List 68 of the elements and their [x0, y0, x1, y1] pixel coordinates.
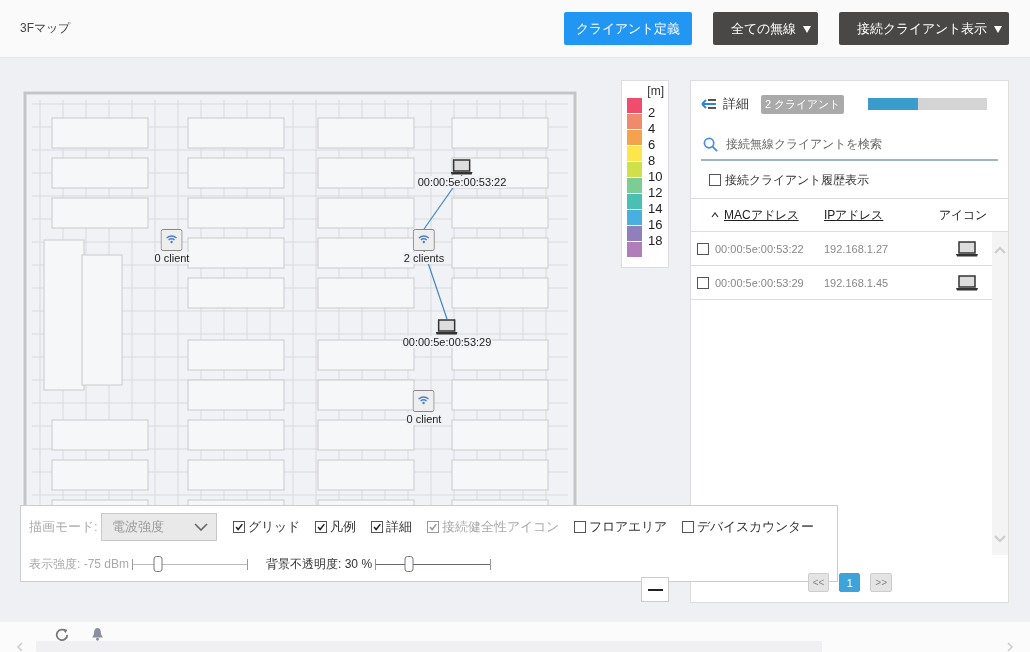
page-button[interactable]: 1 [839, 573, 861, 592]
legend-label: 6 [648, 137, 657, 153]
access-point-icon[interactable] [413, 390, 435, 412]
checkbox-label: デバイスカウンター [697, 518, 814, 536]
legend-label: 14 [648, 201, 663, 217]
slider-thumb[interactable] [404, 556, 414, 572]
checkbox[interactable] [315, 521, 327, 533]
mac-cell: 00:00:5e:00:53:22 [715, 242, 804, 255]
page-title: 3Fマップ [20, 20, 70, 37]
chevron-down-icon [194, 523, 208, 531]
zoom-out-button[interactable] [641, 577, 669, 602]
checkbox[interactable] [371, 521, 383, 533]
mac-label: 00:00:5e:00:53:29 [402, 336, 492, 348]
slider-label: 背景不透明度: 30 % [266, 555, 373, 573]
checkbox-label: 接続健全性アイコン [442, 518, 559, 536]
dropdown-triangle-icon [993, 23, 1003, 34]
column-header[interactable]: MACアドレス [724, 206, 799, 224]
legend-label: 4 [648, 121, 657, 137]
search-field[interactable]: 接続無線クライアントを検索 [724, 136, 998, 152]
previous-page-button[interactable]: << [807, 573, 830, 592]
refresh-icon[interactable] [55, 626, 69, 641]
client-count-label: 0 client [154, 252, 190, 264]
ip-cell: 192.168.1.27 [824, 242, 889, 255]
legend-label: 18 [648, 233, 663, 249]
column-header: アイコン [939, 206, 987, 224]
search-icon [703, 136, 718, 152]
dropdown-button[interactable]: 全ての無線 [713, 12, 818, 45]
legend-label: 2 [648, 105, 657, 121]
bell-icon[interactable] [91, 626, 104, 641]
panel-title: 詳細 [723, 95, 749, 113]
client-count-label: 0 client [406, 413, 442, 425]
legend-unit: [m] [646, 85, 664, 98]
dropdown-button[interactable]: 接続クライアント表示 [839, 12, 1009, 45]
checkbox[interactable] [574, 521, 586, 533]
define-client-button[interactable]: クライアント定義 [564, 12, 692, 45]
legend-label: 12 [648, 185, 663, 201]
mode-label: 描画モード: [29, 518, 98, 536]
dropdown-triangle-icon [802, 23, 812, 34]
client-count-badge: 2 クライアント [761, 94, 845, 114]
legend-label: 16 [648, 217, 663, 233]
laptop-icon [956, 240, 978, 257]
checkbox-label: グリッド [248, 518, 300, 536]
checkbox[interactable] [682, 521, 694, 533]
checkbox-label: フロアエリア [589, 518, 667, 536]
collapse-icon[interactable] [701, 98, 717, 110]
laptop-icon[interactable] [451, 159, 473, 175]
checkbox[interactable] [233, 521, 245, 533]
checkbox[interactable] [697, 276, 709, 289]
ip-cell: 192.168.1.45 [824, 276, 889, 289]
slider[interactable] [375, 556, 492, 572]
checkbox-label: 凡例 [330, 518, 356, 536]
legend-label: 10 [648, 169, 663, 185]
checkbox[interactable] [709, 174, 721, 186]
checkbox[interactable] [697, 242, 709, 255]
laptop-icon[interactable] [436, 319, 458, 335]
legend-label: 8 [648, 153, 657, 169]
access-point-icon[interactable] [413, 229, 435, 251]
slider-label: 表示強度: -75 dBm [29, 555, 130, 573]
access-point-icon[interactable] [161, 229, 183, 251]
mac-label: 00:00:5e:00:53:22 [417, 176, 507, 188]
next-page-button[interactable]: >> [870, 573, 892, 592]
laptop-icon [956, 274, 978, 291]
column-header[interactable]: IPアドレス [824, 206, 884, 224]
horizontal-scrollbar[interactable] [36, 641, 822, 652]
checkbox-label: 詳細 [386, 518, 412, 536]
client-count-label: 2 clients [403, 252, 445, 264]
history-label: 接続クライアント履歴表示 [725, 171, 869, 189]
mac-cell: 00:00:5e:00:53:29 [715, 276, 804, 289]
